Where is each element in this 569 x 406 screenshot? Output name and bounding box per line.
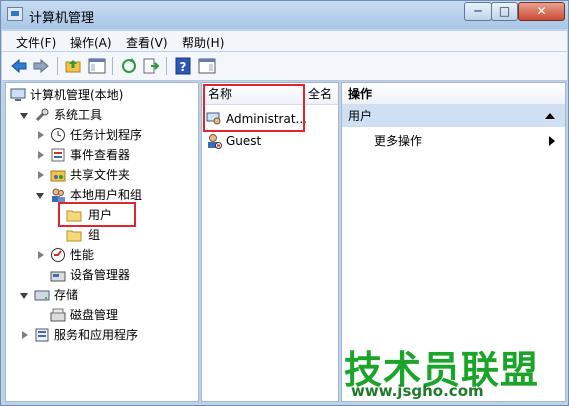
expand-chevron-icon[interactable] — [38, 151, 44, 159]
title-bar[interactable]: 计算机管理 ─ □ ✕ — [1, 1, 568, 29]
performance-icon — [51, 248, 65, 262]
action-more-actions[interactable]: 更多操作 — [342, 131, 565, 151]
services-icon — [35, 328, 49, 342]
expand-chevron-icon[interactable] — [22, 331, 28, 339]
toolbar-separator — [112, 57, 113, 75]
computer-management-window: 计算机管理 ─ □ ✕ 文件(F) 操作(A) 查看(V) 帮助(H) ? 计算… — [0, 0, 569, 406]
tree-item-label: 磁盘管理 — [70, 308, 119, 322]
list-item-name: Guest — [226, 134, 262, 148]
refresh-icon[interactable] — [120, 57, 138, 75]
tree-item-label: 计算机管理(本地) — [30, 88, 124, 102]
computer-management-icon — [10, 88, 26, 101]
back-arrow-icon[interactable] — [10, 57, 28, 75]
watermark-url: www.jsgho.com — [351, 382, 484, 400]
actions-section-label: 用户 — [348, 109, 373, 123]
toolbar-separator — [57, 57, 58, 75]
guest-user-icon — [208, 134, 222, 149]
tree-item-label: 任务计划程序 — [70, 128, 143, 142]
users-group-icon — [52, 188, 65, 202]
tree-item-label: 性能 — [70, 248, 95, 262]
column-fullname-header[interactable]: 全名 — [308, 83, 332, 105]
toolbar-separator — [166, 57, 167, 75]
export-list-icon[interactable] — [142, 57, 160, 75]
tree-item-label: 服务和应用程序 — [54, 328, 139, 342]
help-icon[interactable]: ? — [174, 57, 192, 75]
close-button[interactable]: ✕ — [518, 2, 565, 21]
folder-icon — [66, 230, 82, 242]
device-manager-icon — [50, 271, 66, 282]
expand-chevron-icon[interactable] — [36, 193, 44, 199]
folder-up-icon[interactable] — [64, 57, 82, 75]
toolbar: ? — [2, 52, 567, 81]
show-hide-pane-icon[interactable] — [198, 57, 216, 75]
window-title: 计算机管理 — [29, 11, 95, 26]
shared-folder-icon — [50, 170, 66, 182]
highlight-box-users-tree — [58, 202, 136, 227]
forward-arrow-icon[interactable] — [32, 57, 50, 75]
collapse-arrow-icon[interactable] — [545, 113, 555, 119]
clock-icon — [51, 128, 65, 142]
action-label: 更多操作 — [374, 134, 423, 148]
expand-chevron-icon[interactable] — [20, 113, 28, 119]
submenu-arrow-icon — [549, 136, 555, 146]
tree-item-label: 系统工具 — [54, 108, 103, 122]
expand-chevron-icon[interactable] — [38, 131, 44, 139]
expand-chevron-icon[interactable] — [20, 293, 28, 299]
disk-management-icon — [50, 308, 66, 322]
expand-chevron-icon[interactable] — [38, 171, 44, 179]
minimize-button[interactable]: ─ — [464, 2, 492, 21]
expand-chevron-icon[interactable] — [38, 251, 44, 259]
tree-item-label: 设备管理器 — [70, 268, 131, 282]
menu-action[interactable]: 操作(A) — [70, 34, 112, 51]
tree-item-label: 事件查看器 — [70, 148, 131, 162]
menu-view[interactable]: 查看(V) — [126, 34, 168, 51]
highlight-box-name-column — [203, 84, 305, 132]
actions-header: 操作 — [342, 83, 565, 105]
menu-file[interactable]: 文件(F) — [16, 34, 56, 51]
event-viewer-icon — [51, 148, 65, 162]
user-list-pane: 名称 全名 Administrat... Guest — [201, 82, 339, 402]
menu-help[interactable]: 帮助(H) — [182, 34, 224, 51]
svg-text:?: ? — [180, 60, 187, 74]
console-tree-icon[interactable] — [88, 57, 106, 75]
tree-item-label: 存储 — [54, 288, 79, 302]
tools-icon — [35, 108, 49, 122]
tree-item-label: 组 — [88, 228, 101, 242]
tree-item-label: 共享文件夹 — [70, 168, 131, 182]
computer-management-app-icon — [7, 7, 23, 21]
actions-section-users[interactable]: 用户 — [342, 105, 565, 127]
maximize-button[interactable]: □ — [491, 2, 518, 21]
menu-bar: 文件(F) 操作(A) 查看(V) 帮助(H) — [2, 31, 567, 51]
storage-icon — [34, 290, 50, 301]
console-tree-pane: 计算机管理(本地) 系统工具 任务计划程序 事件查看器 共享文件夹 本地用户和组 — [5, 82, 199, 402]
